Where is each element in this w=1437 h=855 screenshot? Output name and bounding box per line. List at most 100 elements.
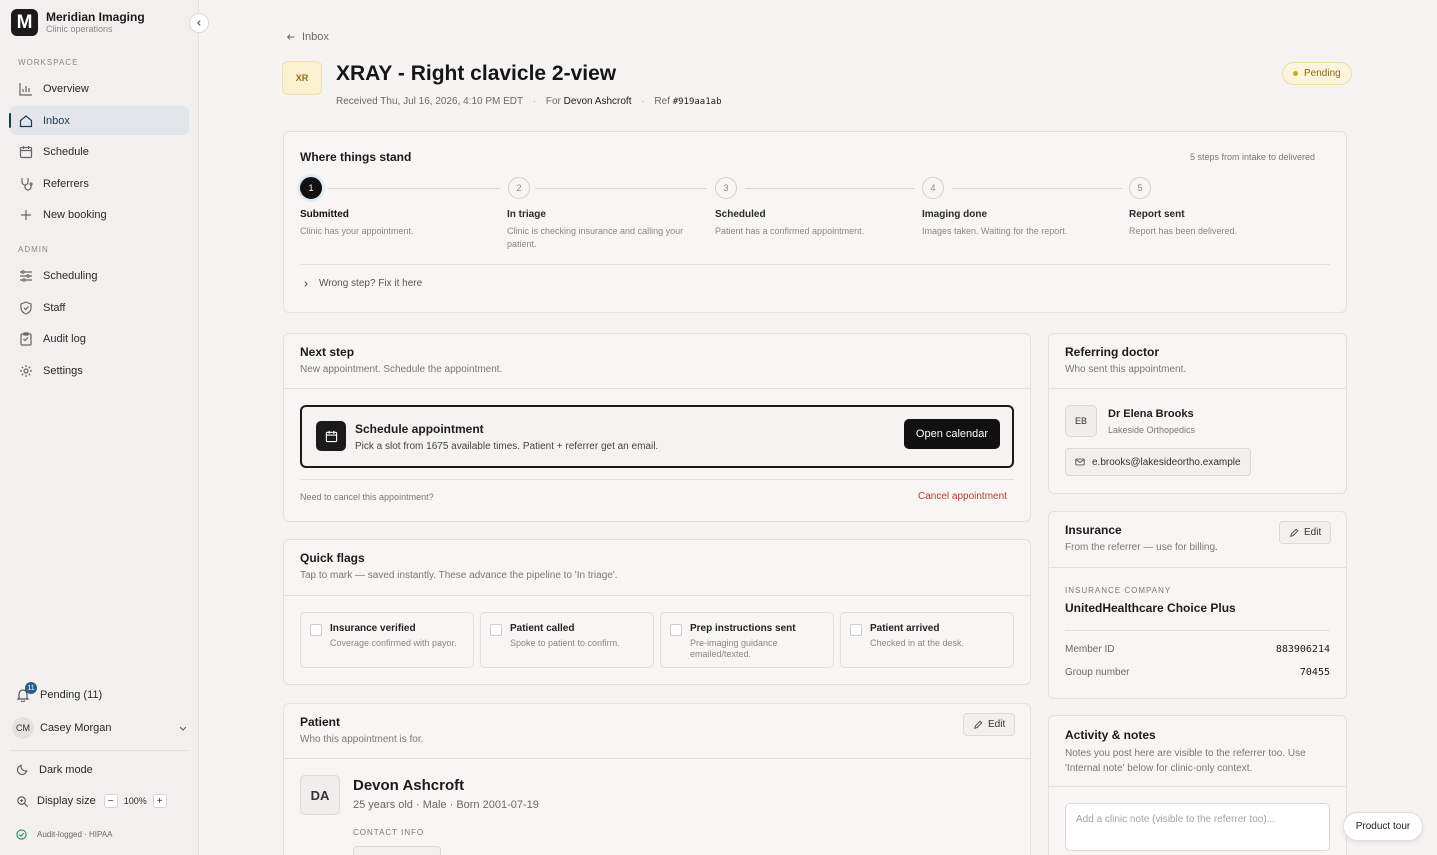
- dark-mode-toggle[interactable]: Dark mode: [16, 763, 93, 776]
- edit-label: Edit: [1304, 527, 1322, 538]
- arrow-left-icon: [286, 32, 296, 42]
- flag-checkbox[interactable]: [490, 624, 502, 636]
- sidebar-item-schedule[interactable]: Schedule: [10, 137, 189, 166]
- contact-chip[interactable]: [353, 846, 441, 855]
- schedule-action-title: Schedule appointment: [355, 422, 484, 436]
- patient-name-link[interactable]: Devon Ashcroft: [564, 96, 632, 107]
- step-1-desc: Clinic has your appointment.: [300, 226, 414, 236]
- sliders-icon: [19, 269, 33, 283]
- schedule-action-box: Schedule appointment Pick a slot from 16…: [300, 405, 1014, 468]
- meta-separator: ·: [641, 96, 645, 107]
- sidebar-item-settings[interactable]: Settings: [10, 356, 189, 385]
- quick-flags-subtitle: Tap to mark — saved instantly. These adv…: [300, 570, 618, 581]
- sidebar-item-overview[interactable]: Overview: [10, 74, 189, 103]
- member-id-label: Member ID: [1065, 644, 1115, 655]
- patient-avatar: DA: [300, 775, 340, 815]
- sidebar-item-referrers[interactable]: Referrers: [10, 169, 189, 198]
- flag-checkbox[interactable]: [310, 624, 322, 636]
- calendar-icon: [19, 145, 33, 159]
- sidebar-item-new-booking[interactable]: New booking: [10, 200, 189, 229]
- pencil-icon: [973, 720, 983, 730]
- bell-icon: 11: [16, 682, 37, 702]
- clinic-note-input[interactable]: Add a clinic note (visible to the referr…: [1065, 803, 1330, 851]
- divider: [284, 388, 1030, 389]
- patient-subtitle: Who this appointment is for.: [300, 734, 424, 745]
- step-4-label: Imaging done: [922, 209, 987, 220]
- flag-prep-instructions-sent[interactable]: Prep instructions sent Pre-imaging guida…: [660, 612, 834, 668]
- chart-icon: [19, 82, 33, 96]
- edit-insurance-button[interactable]: Edit: [1279, 521, 1332, 544]
- step-3-indicator: 3: [715, 177, 737, 199]
- avatar: CM: [12, 717, 34, 739]
- divider: [300, 479, 1014, 480]
- divider: [284, 758, 1030, 759]
- activity-title: Activity & notes: [1065, 728, 1156, 742]
- sidebar-item-label: Overview: [43, 82, 89, 95]
- member-id-value: 883906214: [1275, 644, 1330, 655]
- audit-label: Audit-logged · HIPAA: [37, 830, 113, 839]
- user-name: Casey Morgan: [40, 722, 112, 734]
- edit-label: Edit: [988, 719, 1006, 730]
- for-label: For: [545, 96, 561, 107]
- brand[interactable]: M Meridian Imaging Clinic operations: [11, 9, 145, 36]
- divider: [1049, 388, 1346, 389]
- audit-status: Audit-logged · HIPAA: [16, 829, 112, 840]
- flag-title: Patient arrived: [870, 623, 940, 634]
- step-5-indicator: 5: [1129, 177, 1151, 199]
- zoom-in-button[interactable]: +: [152, 794, 167, 808]
- request-meta: Received Thu, Jul 16, 2026, 4:10 PM EDT …: [336, 96, 722, 107]
- plus-icon: [19, 208, 33, 222]
- shield-icon: [19, 300, 33, 315]
- status-badge: Pending: [1282, 62, 1352, 85]
- sidebar-item-scheduling[interactable]: Scheduling: [10, 261, 189, 290]
- chevron-down-icon: [178, 723, 188, 733]
- next-step-title: Next step: [300, 345, 355, 359]
- flag-checkbox[interactable]: [850, 624, 862, 636]
- flag-checkbox[interactable]: [670, 624, 682, 636]
- insurance-title: Insurance: [1065, 523, 1122, 537]
- back-link[interactable]: Inbox: [286, 31, 329, 43]
- patient-details: 25 years old · Male · Born 2001-07-19: [353, 799, 539, 811]
- pending-notifications[interactable]: 11 Pending (11): [16, 682, 103, 702]
- display-size-control: Display size − 100% +: [16, 794, 167, 808]
- flag-desc: Spoke to patient to confirm.: [510, 638, 620, 648]
- referring-subtitle: Who sent this appointment.: [1065, 364, 1187, 375]
- dark-mode-label: Dark mode: [39, 763, 93, 776]
- flag-patient-arrived[interactable]: Patient arrived Checked in at the desk.: [840, 612, 1014, 668]
- clipboard-icon: [19, 331, 33, 346]
- flag-title: Patient called: [510, 623, 575, 634]
- sidebar-item-audit-log[interactable]: Audit log: [10, 324, 189, 353]
- product-tour-button[interactable]: Product tour: [1343, 812, 1423, 841]
- status-dot: [1293, 71, 1298, 76]
- brand-subtitle: Clinic operations: [46, 24, 113, 34]
- cancel-question: Need to cancel this appointment?: [300, 492, 434, 502]
- flag-insurance-verified[interactable]: Insurance verified Coverage confirmed wi…: [300, 612, 474, 668]
- sidebar-item-staff[interactable]: Staff: [10, 293, 189, 322]
- edit-patient-button[interactable]: Edit: [963, 713, 1016, 736]
- back-link-label: Inbox: [302, 31, 329, 43]
- pencil-icon: [1289, 528, 1299, 538]
- pending-label: Pending (11): [40, 689, 103, 701]
- sidebar-item-inbox[interactable]: Inbox: [9, 106, 189, 135]
- insurance-subtitle: From the referrer — use for billing.: [1065, 542, 1218, 553]
- moon-icon: [16, 763, 29, 776]
- user-menu[interactable]: CM Casey Morgan: [12, 717, 188, 739]
- flag-desc: Checked in at the desk.: [870, 638, 965, 648]
- open-calendar-button[interactable]: Open calendar: [904, 419, 1000, 449]
- doctor-email-link[interactable]: e.brooks@lakesideortho.example: [1065, 448, 1251, 476]
- divider: [300, 264, 1330, 265]
- zoom-out-button[interactable]: −: [103, 794, 118, 808]
- home-icon: [19, 114, 33, 128]
- group-number-label: Group number: [1065, 667, 1130, 678]
- flag-patient-called[interactable]: Patient called Spoke to patient to confi…: [480, 612, 654, 668]
- pending-badge: 11: [25, 682, 37, 694]
- cancel-appointment-link[interactable]: Cancel appointment: [918, 491, 1007, 502]
- sidebar-item-label: Inbox: [43, 114, 70, 127]
- brand-logo: M: [11, 9, 38, 36]
- fix-step-toggle[interactable]: Wrong step? Fix it here: [302, 278, 422, 289]
- collapse-sidebar-button[interactable]: [189, 13, 209, 33]
- quick-flags-title: Quick flags: [300, 551, 365, 565]
- chevron-left-icon: [195, 19, 203, 27]
- fix-step-label: Wrong step? Fix it here: [319, 278, 423, 289]
- received-date: Received Thu, Jul 16, 2026, 4:10 PM EDT: [336, 96, 523, 107]
